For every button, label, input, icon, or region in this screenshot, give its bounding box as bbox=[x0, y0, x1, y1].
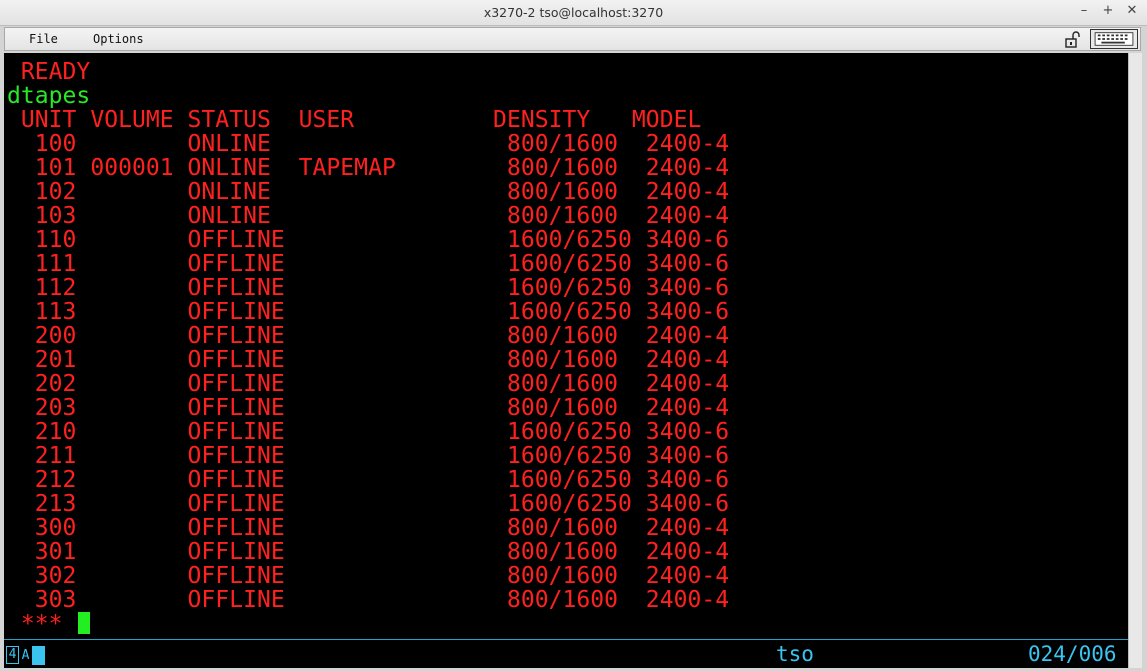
luname: tso bbox=[776, 642, 814, 666]
unlock-icon[interactable] bbox=[1064, 30, 1082, 48]
table-row: 200 OFFLINE 800/1600 2400-4 bbox=[7, 323, 730, 349]
table-row: 203 OFFLINE 800/1600 2400-4 bbox=[7, 395, 730, 421]
scrollbar[interactable] bbox=[1128, 53, 1142, 668]
menu-file[interactable]: File bbox=[29, 32, 58, 46]
window-controls: – + ✕ bbox=[1077, 3, 1139, 18]
status-separator bbox=[4, 639, 1128, 640]
status-indicators: 4 A bbox=[6, 645, 45, 665]
prompt-line: *** bbox=[7, 611, 91, 637]
mode-indicator: A bbox=[21, 647, 30, 663]
table-row: 103 ONLINE 800/1600 2400-4 bbox=[7, 203, 730, 229]
table-row: 201 OFFLINE 800/1600 2400-4 bbox=[7, 347, 730, 373]
table-row: 111 OFFLINE 1600/6250 3400-6 bbox=[7, 251, 730, 277]
table-row: 300 OFFLINE 800/1600 2400-4 bbox=[7, 515, 730, 541]
table-row: 100 ONLINE 800/1600 2400-4 bbox=[7, 131, 730, 157]
connection-indicator: 4 bbox=[6, 646, 19, 664]
menu-bar: File Options bbox=[4, 27, 1141, 51]
minimize-button[interactable]: – bbox=[1077, 3, 1091, 18]
maximize-button[interactable]: + bbox=[1101, 3, 1115, 18]
window-title: x3270-2 tso@localhost:3270 bbox=[483, 5, 664, 20]
table-row: 112 OFFLINE 1600/6250 3400-6 bbox=[7, 275, 730, 301]
table-header: UNIT VOLUME STATUS USER DENSITY MODEL bbox=[7, 107, 702, 133]
table-row: 213 OFFLINE 1600/6250 3400-6 bbox=[7, 491, 730, 517]
terminal-screen[interactable]: READY dtapes UNIT VOLUME STATUS USER DEN… bbox=[4, 53, 1128, 668]
keypad-icon[interactable] bbox=[1090, 29, 1138, 49]
table-row: 110 OFFLINE 1600/6250 3400-6 bbox=[7, 227, 730, 253]
close-button[interactable]: ✕ bbox=[1125, 3, 1139, 18]
table-row: 113 OFFLINE 1600/6250 3400-6 bbox=[7, 299, 730, 325]
ready-message: READY bbox=[7, 59, 91, 85]
window-titlebar: x3270-2 tso@localhost:3270 – + ✕ bbox=[0, 0, 1147, 26]
cursor-position: 024/006 bbox=[1028, 642, 1117, 666]
status-block bbox=[32, 645, 45, 665]
table-row: 302 OFFLINE 800/1600 2400-4 bbox=[7, 563, 730, 589]
table-row: 210 OFFLINE 1600/6250 3400-6 bbox=[7, 419, 730, 445]
text-cursor bbox=[78, 612, 91, 634]
table-row: 212 OFFLINE 1600/6250 3400-6 bbox=[7, 467, 730, 493]
menu-options[interactable]: Options bbox=[93, 32, 144, 46]
table-row: 303 OFFLINE 800/1600 2400-4 bbox=[7, 587, 730, 613]
table-row: 301 OFFLINE 800/1600 2400-4 bbox=[7, 539, 730, 565]
table-row: 101 000001 ONLINE TAPEMAP 800/1600 2400-… bbox=[7, 155, 730, 181]
table-row: 202 OFFLINE 800/1600 2400-4 bbox=[7, 371, 730, 397]
table-row: 102 ONLINE 800/1600 2400-4 bbox=[7, 179, 730, 205]
table-row: 211 OFFLINE 1600/6250 3400-6 bbox=[7, 443, 730, 469]
command-input: dtapes bbox=[7, 83, 91, 109]
prompt-text: *** bbox=[7, 611, 63, 637]
